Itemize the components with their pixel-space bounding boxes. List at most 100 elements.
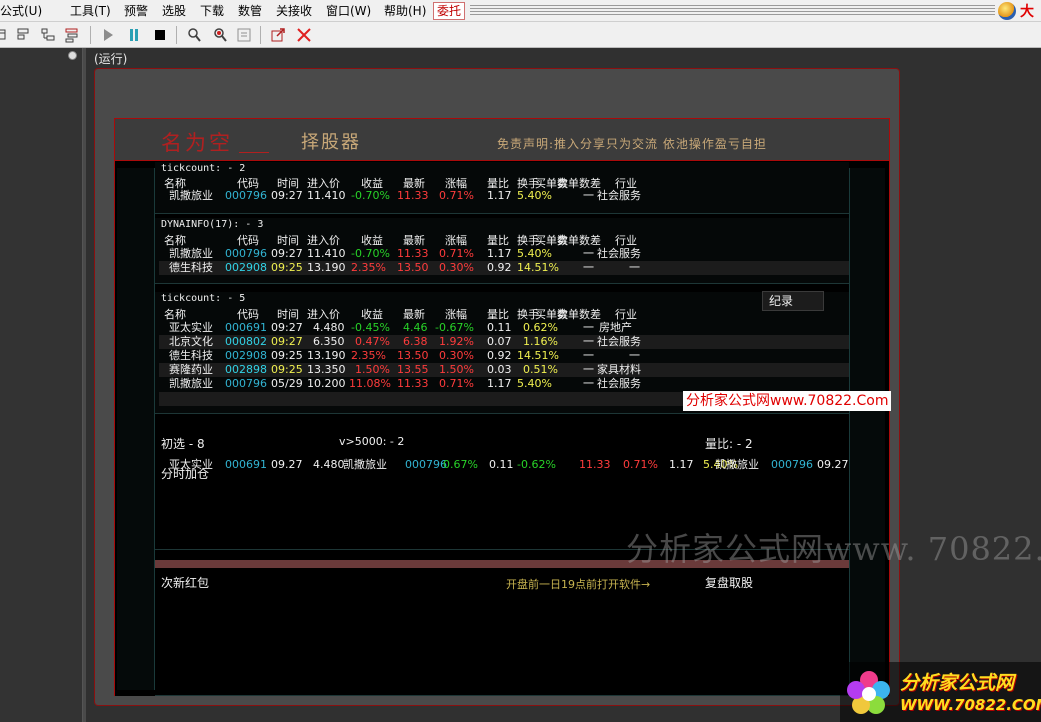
industry: 一 [629,261,640,274]
menu-tools[interactable]: 工具(T) [70,2,111,19]
turnover: 5.40% [517,377,552,390]
order-diff: 一 [583,321,594,334]
volume-ratio: 0.92 [487,349,512,362]
stock-name: 凯撒旅业 [715,458,759,471]
stop-icon[interactable] [150,25,170,45]
table-row[interactable]: 北京文化 000802 09:27 6.350 0.47% 6.38 1.92%… [159,335,849,349]
industry: 社会服务 [597,335,641,348]
menu-screener[interactable]: 选股 [162,2,186,19]
panel-title-volume: v>5000: - 2 [339,435,405,448]
entry-time: 09.27 [271,458,303,471]
return-value: 2.35% [351,349,386,362]
stock-name: 凯撒旅业 [343,458,387,471]
stock-name: 德生科技 [169,261,213,274]
export-icon[interactable] [268,25,288,45]
entry-price: 13.190 [307,261,346,274]
col-industry: 行业 [615,308,637,321]
entry-time: 09:25 [271,261,303,274]
entry-price: 4.480 [313,321,345,334]
search-icon[interactable] [184,25,204,45]
volume-ratio: 0.03 [487,363,512,376]
menu-alert[interactable]: 预警 [124,2,148,19]
table-row[interactable]: 亚太实业 000691 09.27 4.480 凯撒旅业 000796 0.67… [159,458,849,472]
table-row[interactable]: 赛隆药业 002898 09:25 13.350 1.50% 13.55 1.5… [159,363,849,377]
main-area: (运行) 名为空 择股器 免责声明:推入分享只为交流 依池操作盈亏自担 tick… [86,48,1041,722]
entry-time: 09:27 [271,321,303,334]
volume-ratio: 1.17 [487,189,512,202]
pause-icon[interactable] [124,25,144,45]
menu-receive[interactable]: 关接收 [276,2,312,19]
stock-code: 000691 [225,458,267,471]
col-latest: 最新 [403,308,425,321]
return-value: -0.62% [517,458,556,471]
industry: 社会服务 [597,247,641,260]
col-time: 时间 [277,308,299,321]
turnover: 0.62% [523,321,558,334]
menu-entrust[interactable]: 委托 [433,2,466,20]
col-code: 代码 [237,308,259,321]
stock-code: 000796 [225,377,267,390]
toolbar-separator [260,26,261,44]
industry: 家具材料 [597,363,641,376]
logo-text: 分析家公式网 [900,672,1015,694]
return-value: 11.08% [349,377,391,390]
menu-download[interactable]: 下载 [200,2,224,19]
window-layout-icon[interactable] [0,25,14,45]
record-button[interactable]: 纪录 [762,291,824,311]
menu-window[interactable]: 窗口(W) [326,2,371,19]
change-percent: 0.71% [623,458,658,471]
right-decoration [849,168,885,690]
menu-data[interactable]: 数管 [238,2,262,19]
table-row[interactable]: 亚太实业 000691 09:27 4.480 -0.45% 4.46 -0.6… [159,321,849,335]
entry-price: 11.410 [307,247,346,260]
table-row[interactable]: 德生科技 002908 09:25 13.190 2.35% 13.50 0.3… [159,261,849,275]
table-row[interactable]: 凯撒旅业 000796 09:27 11.410 -0.70% 11.33 0.… [159,189,849,203]
globe-icon[interactable] [998,2,1016,20]
pin-icon[interactable] [68,51,77,60]
lower-panels: 次新红包 复盘取股 [155,570,849,696]
menu-formula[interactable]: 公式(U) [0,2,42,19]
table-row[interactable]: 凯撒旅业 000796 05/29 10.200 11.08% 11.33 0.… [159,377,849,391]
latest-price: 6.38 [403,335,428,348]
col-change: 涨幅 [445,234,467,247]
industry: 社会服务 [597,189,641,202]
stock-name: 德生科技 [169,349,213,362]
section-tickcount-2: tickcount: - 2 名称 代码 时间 进入价 收益 最新 涨幅 量比 … [155,162,849,214]
watermark-small: 分析家公式网www.70822.Com [683,391,892,411]
stock-name: 凯撒旅业 [169,377,213,390]
run-icon[interactable] [98,25,118,45]
return-value: -0.45% [351,321,390,334]
section-title: tickcount: - 5 [161,293,246,304]
latest-price: 11.33 [397,377,429,390]
tree-layout-icon[interactable] [38,25,58,45]
turnover: 5.40% [517,247,552,260]
volume-ratio: 1.17 [487,377,512,390]
search-red-icon[interactable] [210,25,230,45]
table-row[interactable]: 德生科技 002908 09:25 13.190 2.35% 13.50 0.3… [159,349,849,363]
menu-help[interactable]: 帮助(H) [384,2,426,19]
tile-layout-icon[interactable] [14,25,34,45]
entry-price: 13.350 [307,363,346,376]
add-position-label: 分时加仓 [161,467,210,481]
stock-code: 000691 [225,321,267,334]
order-diff: 一 [583,189,594,202]
turnover: 1.16% [523,335,558,348]
disclaimer-text: 免责声明:推入分享只为交流 依池操作盈亏自担 [497,137,767,151]
industry: 房地产 [599,321,632,334]
close-icon[interactable] [294,25,314,45]
entry-time: 09:25 [271,349,303,362]
list-layout-icon[interactable] [62,25,82,45]
return-value: 2.35% [351,261,386,274]
change-percent: 0.30% [439,261,474,274]
left-decoration [117,168,155,690]
col-sell-diff: 卖单数差 [557,308,601,321]
entry-price: 4.480 [313,458,345,471]
table-row[interactable]: 凯撒旅业 000796 09:27 11.410 -0.70% 11.33 0.… [159,247,849,261]
formula-icon[interactable] [234,25,254,45]
return-value: 0.47% [355,335,390,348]
entry-time: 09:27 [271,335,303,348]
return-value: -0.70% [351,247,390,260]
open-hint-text: 开盘前一日19点前打开软件→ [506,578,651,591]
stock-name: 凯撒旅业 [169,247,213,260]
run-status-label: (运行) [94,52,128,66]
